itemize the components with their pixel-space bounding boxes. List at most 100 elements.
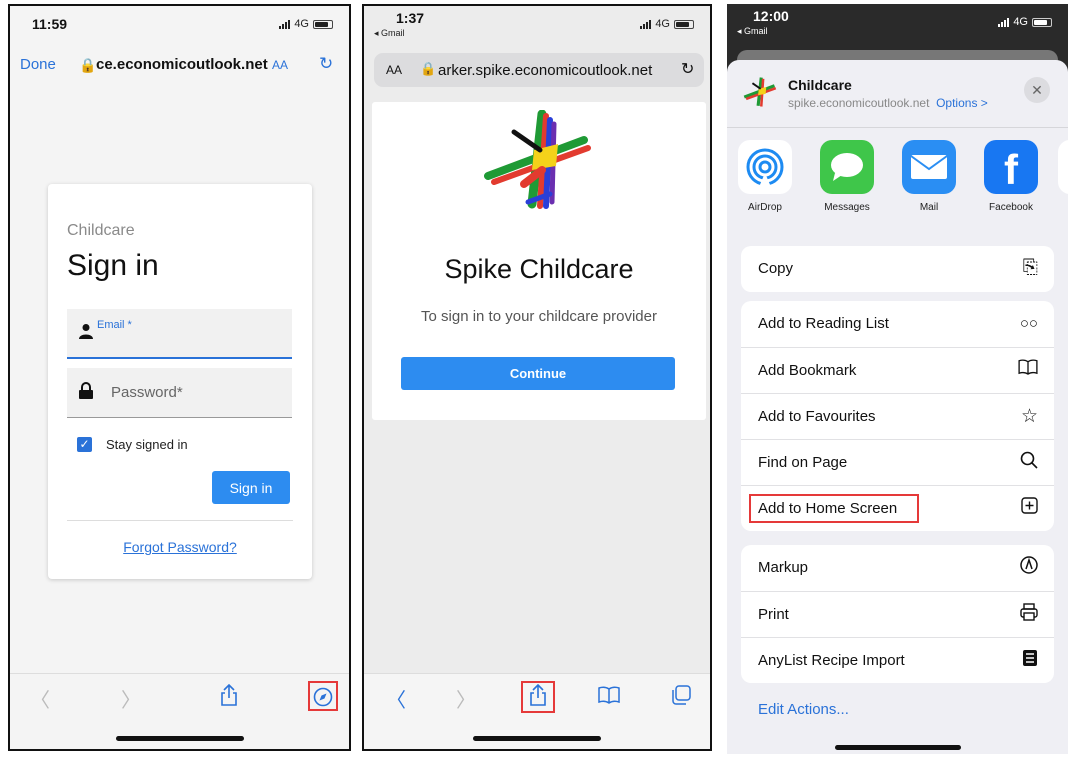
book-icon <box>1018 359 1038 381</box>
continue-button[interactable]: Continue <box>401 357 675 390</box>
action-add-bookmark[interactable]: Add Bookmark <box>741 347 1054 393</box>
star-icon: ☆ <box>1020 406 1038 427</box>
share-icon[interactable] <box>220 683 238 712</box>
action-group-copy: Copy ⎘ <box>741 246 1054 292</box>
done-button[interactable]: Done <box>20 56 56 73</box>
stay-signed-in-checkbox[interactable]: ✓ <box>77 437 92 452</box>
text-size-button[interactable]: AA <box>272 58 288 72</box>
status-time: 12:00 <box>753 8 789 24</box>
glasses-icon: ○○ <box>1019 315 1038 332</box>
reload-icon[interactable]: ↻ <box>319 54 333 74</box>
safari-toolbar: 〈 〉 <box>10 673 349 749</box>
provider-card: Spike Childcare To sign in to your child… <box>372 102 706 420</box>
action-markup[interactable]: Markup <box>741 545 1054 591</box>
status-bar: 12:00 ◂ Gmail 4G <box>727 4 1068 40</box>
network-type: 4G <box>655 18 670 30</box>
provider-description: To sign in to your childcare provider <box>421 308 657 325</box>
signal-icon <box>640 19 652 29</box>
network-type: 4G <box>294 18 309 30</box>
password-label: Password* <box>111 384 183 401</box>
action-anylist[interactable]: AnyList Recipe Import <box>741 637 1054 683</box>
action-group-safari: Add to Reading List ○○ Add Bookmark Add … <box>741 301 1054 531</box>
status-time: 1:37 <box>396 10 425 26</box>
action-reading-list[interactable]: Add to Reading List ○○ <box>741 301 1054 347</box>
status-network: 4G <box>279 18 333 30</box>
tabs-icon[interactable] <box>671 685 691 711</box>
action-copy[interactable]: Copy ⎘ <box>741 246 1054 292</box>
share-app-facebook[interactable]: f Facebook <box>976 140 1046 213</box>
signin-button[interactable]: Sign in <box>212 471 290 504</box>
person-icon <box>79 323 93 344</box>
battery-icon <box>313 19 333 29</box>
close-icon[interactable]: ✕ <box>1024 77 1050 103</box>
action-label: AnyList Recipe Import <box>758 652 905 669</box>
forgot-password-link[interactable]: Forgot Password? <box>48 539 312 555</box>
status-network: 4G <box>998 16 1052 28</box>
back-icon[interactable]: 〈 <box>30 684 50 713</box>
text-size-button[interactable]: AA <box>386 63 402 77</box>
highlight-box <box>308 681 338 711</box>
anylist-icon <box>1022 649 1038 673</box>
url-field[interactable]: arker.spike.economicoutlook.net <box>438 62 652 79</box>
share-app-airdrop[interactable]: AirDrop <box>730 140 800 213</box>
share-sheet-header: Childcare spike.economicoutlook.net Opti… <box>727 60 1068 124</box>
battery-icon <box>1032 17 1052 27</box>
bookmarks-icon[interactable] <box>598 686 620 710</box>
app-label: Facebook <box>989 202 1033 213</box>
signal-icon <box>998 17 1010 27</box>
facebook-icon: f <box>984 140 1038 194</box>
action-print[interactable]: Print <box>741 591 1054 637</box>
messages-icon <box>820 140 874 194</box>
brand-label: Childcare <box>67 222 135 239</box>
action-add-home-screen[interactable]: Add to Home Screen <box>741 485 1054 531</box>
edit-actions-link[interactable]: Edit Actions... <box>758 701 849 718</box>
share-app-messages[interactable]: Messages <box>812 140 882 213</box>
plus-square-icon <box>1021 497 1038 520</box>
email-field[interactable]: Email * <box>67 309 292 359</box>
safari-toolbar: 〈 〉 <box>364 673 710 749</box>
forward-icon[interactable]: 〉 <box>456 684 476 713</box>
password-field[interactable]: Password* <box>67 368 292 418</box>
divider <box>67 520 293 521</box>
lock-icon: 🔒 <box>79 57 97 73</box>
airdrop-icon <box>738 140 792 194</box>
options-link[interactable]: Options > <box>936 96 988 110</box>
lock-icon: 🔒 <box>420 61 437 76</box>
action-label: Find on Page <box>758 454 848 471</box>
highlight-box <box>521 681 555 713</box>
site-logo-icon <box>743 76 777 113</box>
action-add-favourites[interactable]: Add to Favourites ☆ <box>741 393 1054 439</box>
share-url: spike.economicoutlook.net Options > <box>788 96 988 110</box>
page-title: Sign in <box>67 249 159 282</box>
status-time: 11:59 <box>32 16 68 32</box>
url-field[interactable]: ce.economicoutlook.net <box>96 56 268 73</box>
forward-icon[interactable]: 〉 <box>121 684 141 713</box>
action-group-more: Markup Print AnyList Recipe Import <box>741 545 1054 683</box>
share-app-mail[interactable]: Mail <box>894 140 964 213</box>
home-indicator <box>834 745 961 750</box>
share-url-text: spike.economicoutlook.net <box>788 96 930 110</box>
app-label: Mail <box>919 202 939 213</box>
printer-icon <box>1020 603 1038 627</box>
reload-icon[interactable]: ↻ <box>681 59 694 79</box>
back-to-app[interactable]: ◂ Gmail <box>737 26 768 37</box>
stay-signed-in-label: Stay signed in <box>106 437 188 452</box>
signin-card: Childcare Sign in Email * Password* ✓ St… <box>48 184 312 579</box>
screenshot-signin-page: 11:59 4G Done 🔒 ce.economicoutlook.net A… <box>8 4 351 751</box>
back-to-app[interactable]: ◂ Gmail <box>374 28 405 39</box>
action-find-on-page[interactable]: Find on Page <box>741 439 1054 485</box>
app-label: AirDrop <box>748 202 782 213</box>
highlight-box <box>749 494 919 523</box>
address-bar[interactable]: AA 🔒 arker.spike.economicoutlook.net ↻ <box>374 53 704 87</box>
network-type: 4G <box>1013 16 1028 28</box>
status-bar: 11:59 4G <box>10 6 349 42</box>
signal-icon <box>279 19 291 29</box>
share-sheet: Childcare spike.economicoutlook.net Opti… <box>727 60 1068 754</box>
home-indicator <box>115 736 244 741</box>
action-label: Print <box>758 606 789 623</box>
status-bar: 1:37 ◂ Gmail 4G <box>364 6 710 42</box>
back-icon[interactable]: 〈 <box>386 684 406 713</box>
copy-icon: ⎘ <box>1022 257 1038 278</box>
markup-icon <box>1020 556 1038 580</box>
share-app-more[interactable] <box>1058 140 1068 194</box>
